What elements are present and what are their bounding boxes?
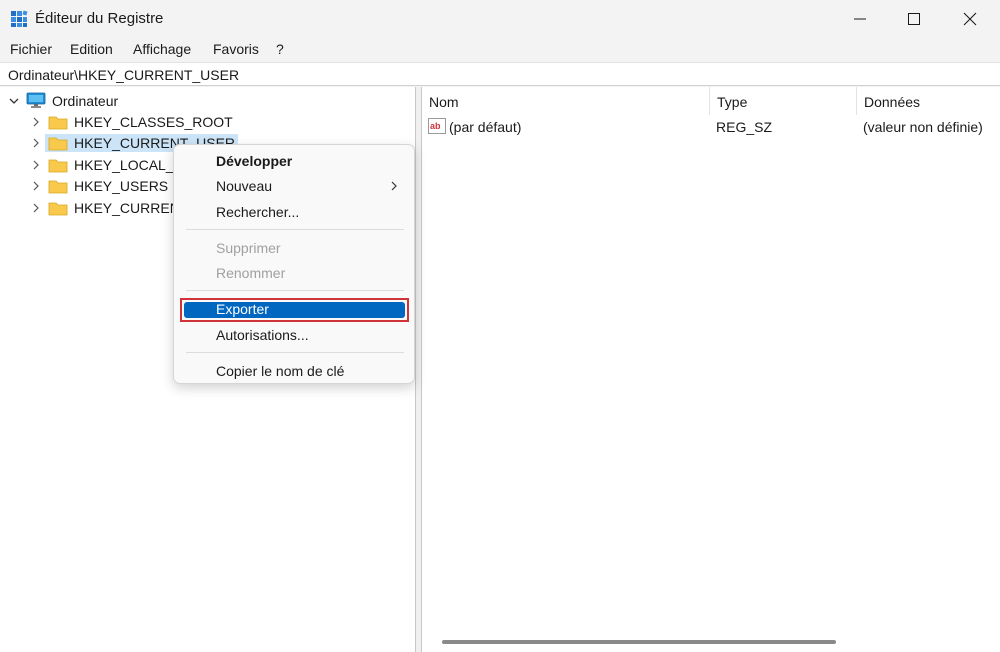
chevron-right-icon: [391, 181, 397, 191]
tree-item-label: HKEY_USERS: [74, 177, 169, 194]
folder-icon: [48, 180, 68, 193]
tree-root[interactable]: Ordinateur: [8, 90, 118, 111]
column-header-label: Données: [864, 94, 921, 110]
close-icon: [963, 12, 977, 26]
registry-editor-icon: [11, 10, 28, 27]
folder-icon: [48, 159, 68, 172]
minimize-button[interactable]: [832, 0, 888, 38]
tree-item[interactable]: HKEY_LOCAL_M: [30, 154, 185, 175]
chevron-right-icon[interactable]: [30, 180, 42, 192]
values-list-pane[interactable]: Nom Type Données ab (par défaut) REG_SZ …: [421, 87, 1000, 652]
menu-item-exporter[interactable]: Exporter: [216, 301, 269, 317]
table-row[interactable]: ab (par défaut) REG_SZ (valeur non défin…: [422, 115, 1000, 139]
ab-string-value-icon: ab: [428, 118, 446, 134]
tree-item-label: HKEY_LOCAL_M: [74, 156, 186, 173]
menu-help[interactable]: ?: [276, 41, 284, 57]
menu-separator: [186, 352, 404, 353]
folder-icon: [48, 137, 68, 150]
minimize-icon: [854, 18, 866, 20]
tree-item[interactable]: HKEY_CLASSES_ROOT: [30, 111, 233, 132]
column-header-label: Type: [717, 94, 748, 110]
tree-item[interactable]: HKEY_USERS: [30, 175, 168, 196]
column-header-donnees[interactable]: Données: [857, 87, 1000, 115]
folder-icon: [48, 116, 68, 129]
menu-favoris[interactable]: Favoris: [213, 41, 259, 57]
menu-item-copier-nom-cle[interactable]: Copier le nom de clé: [216, 363, 344, 379]
column-header-type[interactable]: Type: [710, 87, 857, 115]
computer-icon: [26, 92, 46, 108]
menu-item-nouveau[interactable]: Nouveau: [216, 178, 272, 194]
tree-item-label: HKEY_CLASSES_ROOT: [74, 113, 233, 130]
menu-item-supprimer: Supprimer: [216, 240, 281, 256]
address-path[interactable]: Ordinateur\HKEY_CURRENT_USER: [8, 67, 239, 83]
menu-item-autorisations[interactable]: Autorisations...: [216, 327, 309, 343]
horizontal-scrollbar[interactable]: [442, 640, 836, 644]
folder-icon: [48, 202, 68, 215]
chevron-right-icon[interactable]: [30, 159, 42, 171]
menu-affichage[interactable]: Affichage: [133, 41, 191, 57]
tree-item[interactable]: HKEY_CURRENT: [30, 197, 188, 218]
menu-separator: [186, 290, 404, 291]
menu-separator: [186, 229, 404, 230]
value-data: (valeur non définie): [863, 119, 983, 135]
address-bar[interactable]: Ordinateur\HKEY_CURRENT_USER: [0, 62, 1000, 86]
menu-edition[interactable]: Edition: [70, 41, 113, 57]
title-bar: Éditeur du Registre: [0, 0, 1000, 38]
maximize-button[interactable]: [886, 0, 942, 38]
value-type: REG_SZ: [716, 119, 773, 135]
menu-item-rechercher[interactable]: Rechercher...: [216, 204, 299, 220]
context-menu: Développer Nouveau Rechercher... Supprim…: [173, 144, 415, 384]
chevron-right-icon[interactable]: [30, 202, 42, 214]
window-title: Éditeur du Registre: [35, 10, 164, 27]
column-header-nom[interactable]: Nom: [422, 87, 710, 115]
column-header-label: Nom: [429, 94, 459, 110]
exporter-callout-box: [180, 298, 409, 322]
menu-bar: Fichier Edition Affichage Favoris ?: [0, 38, 1000, 62]
value-name: (par défaut): [449, 119, 522, 135]
chevron-right-icon[interactable]: [30, 137, 42, 149]
close-button[interactable]: [942, 0, 998, 38]
tree-root-label: Ordinateur: [52, 92, 119, 109]
chevron-right-icon[interactable]: [30, 116, 42, 128]
maximize-icon: [908, 13, 920, 25]
tree-item-label: HKEY_CURRENT: [74, 199, 189, 216]
svg-text:ab: ab: [430, 121, 441, 131]
menu-item-developper[interactable]: Développer: [216, 153, 292, 169]
menu-fichier[interactable]: Fichier: [10, 41, 52, 57]
chevron-down-icon[interactable]: [8, 95, 20, 107]
menu-item-renommer: Renommer: [216, 265, 286, 281]
